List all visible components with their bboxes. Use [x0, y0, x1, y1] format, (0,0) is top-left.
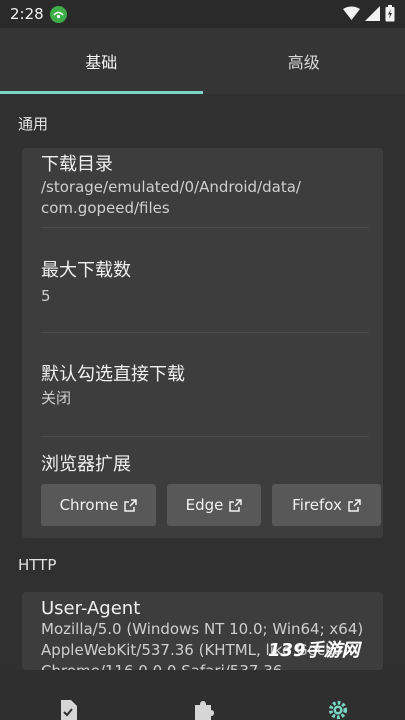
setting-auto-start[interactable]: 默认勾选直接下载 关闭 — [41, 360, 369, 409]
general-settings-card: 下载目录 /storage/emulated/0/Android/data/ c… — [22, 148, 383, 538]
firefox-label: Firefox — [292, 496, 342, 514]
signal-icon — [365, 6, 380, 21]
open-in-new-icon — [229, 498, 243, 512]
tab-advanced-label: 高级 — [287, 53, 320, 72]
download-dir-value-1: /storage/emulated/0/Android/data/ — [41, 178, 301, 196]
download-dir-value-2: com.gopeed/files — [41, 199, 170, 217]
auto-start-title: 默认勾选直接下载 — [41, 364, 185, 385]
battery-icon — [385, 5, 395, 22]
extension-icon — [194, 701, 214, 720]
nav-extensions[interactable] — [135, 670, 270, 720]
wifi-icon — [343, 6, 360, 20]
status-icons — [343, 5, 395, 22]
download-dir-title: 下载目录 — [41, 154, 113, 175]
bottom-navigation — [0, 670, 405, 720]
edge-label: Edge — [185, 496, 224, 514]
nav-settings[interactable] — [270, 670, 405, 720]
tab-advanced[interactable]: 高级 — [203, 28, 405, 94]
task-icon — [60, 700, 77, 720]
open-in-new-icon — [348, 498, 361, 512]
firefox-extension-button[interactable]: Firefox — [272, 484, 381, 526]
status-time: 2:28 — [10, 5, 44, 23]
tab-bar: 基础 高级 — [0, 28, 405, 94]
section-title-http: HTTP — [18, 556, 57, 574]
max-downloads-title: 最大下载数 — [41, 260, 131, 281]
divider — [41, 227, 369, 228]
app-notification-icon — [49, 5, 67, 23]
settings-icon — [328, 700, 347, 720]
chrome-extension-button[interactable]: Chrome — [41, 484, 156, 526]
browser-extension-title: 浏览器扩展 — [41, 454, 131, 475]
divider — [41, 436, 369, 437]
edge-extension-button[interactable]: Edge — [167, 484, 261, 526]
user-agent-line-3: Chrome/116.0.0.0 Safari/537.36 — [41, 661, 369, 670]
setting-browser-extension: 浏览器扩展 — [41, 450, 369, 476]
section-title-general: 通用 — [18, 115, 49, 133]
max-downloads-value: 5 — [41, 287, 51, 305]
status-bar: 2:28 — [0, 0, 405, 28]
user-agent-title: User-Agent — [41, 598, 141, 619]
nav-tasks[interactable] — [0, 670, 135, 720]
setting-max-downloads[interactable]: 最大下载数 5 — [41, 256, 369, 307]
setting-download-dir[interactable]: 下载目录 /storage/emulated/0/Android/data/ c… — [41, 150, 369, 219]
open-in-new-icon — [124, 498, 138, 512]
tab-basic[interactable]: 基础 — [0, 28, 203, 94]
tab-basic-label: 基础 — [85, 53, 118, 72]
tab-indicator — [0, 91, 203, 94]
divider — [41, 332, 369, 333]
watermark: 139手游网 — [268, 640, 360, 661]
chrome-label: Chrome — [59, 496, 119, 514]
auto-start-value: 关闭 — [41, 389, 72, 407]
